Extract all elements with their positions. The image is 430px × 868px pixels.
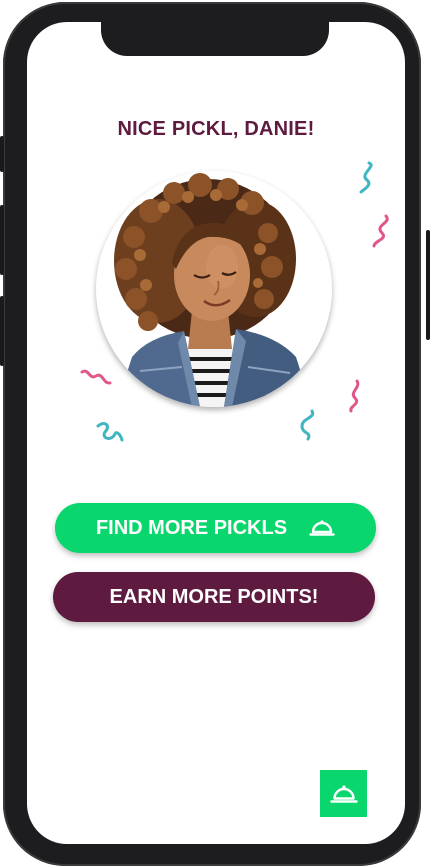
page-title: NICE PICKL, DANIE! bbox=[117, 118, 315, 140]
app-screen bbox=[27, 22, 405, 844]
volume-down-button bbox=[0, 296, 4, 366]
notch bbox=[101, 22, 329, 56]
confetti-pink-right bbox=[372, 214, 389, 248]
confetti-teal-lower-right bbox=[300, 409, 315, 441]
mute-switch bbox=[0, 136, 4, 172]
cloche-icon bbox=[309, 520, 335, 536]
cloche-icon bbox=[329, 785, 358, 803]
confetti-teal-left bbox=[96, 422, 124, 442]
confetti-pink-lower-right bbox=[349, 379, 360, 413]
confetti-teal-top-right bbox=[359, 161, 373, 194]
earn-more-points-label: EARN MORE POINTS! bbox=[109, 585, 319, 608]
find-more-pickls-label: FIND MORE PICKLS bbox=[95, 516, 288, 539]
find-more-pickls-button[interactable]: FIND MORE PICKLS bbox=[55, 503, 376, 553]
avatar bbox=[96, 171, 332, 407]
power-button bbox=[426, 230, 430, 340]
volume-up-button bbox=[0, 205, 4, 275]
earn-more-points-button[interactable]: EARN MORE POINTS! bbox=[53, 572, 375, 622]
pickl-fab-button[interactable] bbox=[320, 770, 367, 817]
confetti-pink-left bbox=[80, 369, 112, 385]
